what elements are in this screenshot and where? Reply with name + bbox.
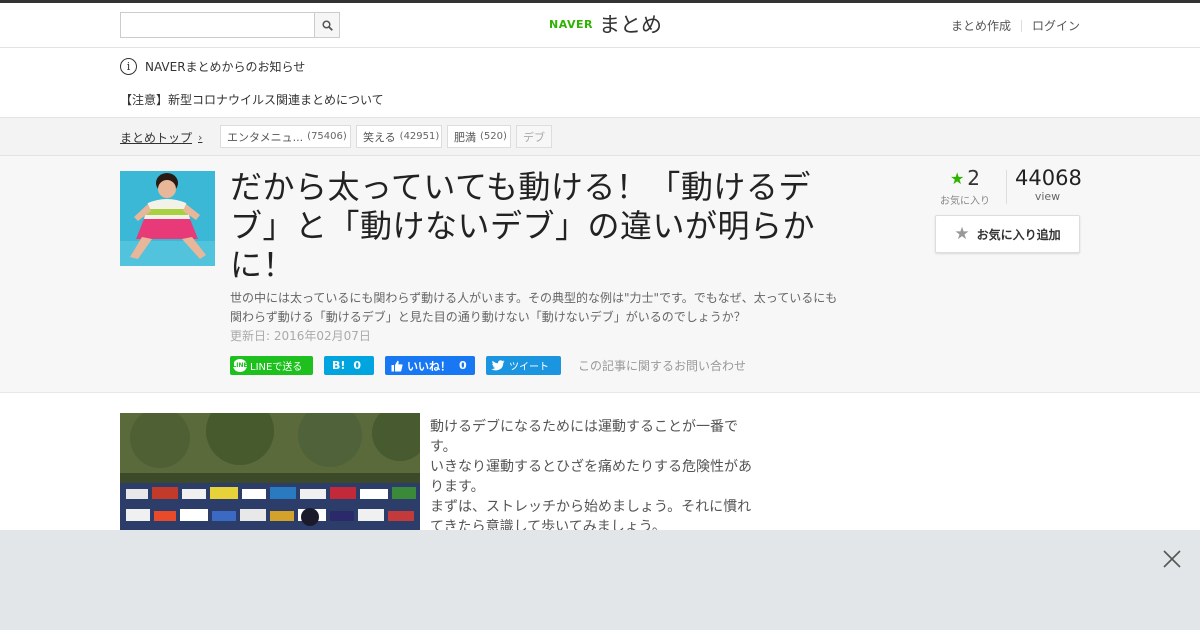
- contact-link[interactable]: この記事に関するお問い合わせ: [578, 357, 746, 374]
- tag-count: (520): [480, 131, 507, 142]
- close-icon: [1163, 550, 1181, 568]
- star-icon: ★: [949, 168, 965, 188]
- content-line: まずは、ストレッチから始めましょう。それに慣れ: [430, 499, 752, 515]
- search-box: [120, 12, 340, 38]
- logo-naver: NAVER: [549, 17, 593, 31]
- favorites-count-row: ★ 2: [935, 166, 995, 190]
- facebook-like-button[interactable]: いいね！ 0: [385, 356, 475, 375]
- views-label: view: [1034, 190, 1061, 203]
- hatena-bookmark-button[interactable]: B! 0: [324, 356, 374, 375]
- login-link[interactable]: ログイン: [1032, 17, 1080, 34]
- facebook-like-count: 0: [459, 359, 467, 372]
- content-line: いきなり運動するとひざを痛めたりする危険性があ: [430, 459, 752, 475]
- stadium-photo: [120, 413, 420, 543]
- search-button[interactable]: [314, 13, 339, 37]
- content-line: ります。: [430, 479, 485, 495]
- chevron-right-icon: ›: [198, 131, 203, 144]
- article-header: だから太っていても動ける！「動けるデブ」と「動けないデブ」の違いが明らかに！ 世…: [0, 156, 1200, 393]
- facebook-like-label: いいね！: [407, 359, 451, 373]
- notice-section: i NAVERまとめからのお知らせ 【注意】新型コロナウイルス関連まとめについて: [0, 48, 1200, 118]
- breadcrumb: まとめトップ › エンタメニュ... (75406) 笑える (42951) 肥…: [0, 118, 1200, 156]
- thumbs-up-icon: [391, 360, 403, 371]
- close-ad-button[interactable]: [1160, 547, 1184, 571]
- tweet-label: ツイート: [509, 362, 549, 373]
- add-favorite-label: お気に入り追加: [976, 227, 1061, 242]
- tag-funny[interactable]: 笑える (42951): [356, 125, 442, 148]
- content-text: 動けるデブになるためには運動することが一番で す。 いきなり運動するとひざを痛め…: [430, 417, 760, 537]
- article-stats: ★ 2 お気に入り 44068 view: [935, 166, 1082, 207]
- tag-label: エンタメニュ...: [227, 130, 304, 144]
- breadcrumb-top-label: まとめトップ: [120, 131, 193, 145]
- logo-matome: まとめ: [598, 13, 662, 37]
- header-link-divider: [1020, 19, 1022, 32]
- bottom-ad-overlay: [0, 530, 1200, 630]
- article-description: 世の中には太っているにも関わらず動ける人がいます。その典型的な例は"力士"です。…: [230, 291, 838, 324]
- notice-heading: i NAVERまとめからのお知らせ: [120, 58, 305, 75]
- tag-obesity[interactable]: 肥満 (520): [447, 125, 511, 148]
- favorites-label: お気に入り: [940, 196, 990, 207]
- tag-label: 笑える: [363, 130, 396, 144]
- content-image[interactable]: [120, 413, 420, 543]
- views-stat: 44068 view: [1015, 166, 1082, 203]
- search-icon: [321, 19, 333, 31]
- share-bar: LINE LINEで送る B! 0 いいね！ 0 ツイート この記事に関するお問…: [230, 356, 746, 375]
- favorites-count: 2: [967, 166, 981, 190]
- header-links: まとめ作成 ログイン: [951, 17, 1080, 34]
- tweet-button[interactable]: ツイート: [486, 356, 561, 375]
- tag-label: デブ: [523, 130, 545, 144]
- tag-entertainment[interactable]: エンタメニュ... (75406): [220, 125, 351, 148]
- star-outline-icon: ★: [954, 224, 970, 244]
- site-logo[interactable]: NAVER まとめ: [549, 11, 662, 37]
- tag-label: 肥満: [454, 130, 476, 144]
- line-icon: LINE: [232, 359, 248, 372]
- content-line: す。: [430, 439, 457, 455]
- hatena-count: 0: [353, 359, 362, 372]
- content-line: 動けるデブになるためには運動することが一番で: [430, 419, 738, 435]
- tag-debu[interactable]: デブ: [516, 125, 552, 148]
- tag-count: (75406): [307, 131, 347, 142]
- create-matome-link[interactable]: まとめ作成: [951, 17, 1011, 34]
- views-count: 44068: [1015, 166, 1082, 190]
- notice-heading-text: NAVERまとめからのお知らせ: [145, 60, 306, 74]
- search-input[interactable]: [121, 13, 315, 37]
- breadcrumb-top-link[interactable]: まとめトップ ›: [120, 129, 202, 146]
- tag-list: エンタメニュ... (75406) 笑える (42951) 肥満 (520) デ…: [220, 125, 552, 148]
- twitter-bird-icon: [491, 359, 505, 370]
- article-updated-date: 更新日: 2016年02月07日: [230, 329, 371, 343]
- article-thumbnail[interactable]: [120, 171, 215, 266]
- line-share-button[interactable]: LINE LINEで送る: [230, 356, 313, 375]
- stats-divider: [1006, 170, 1007, 204]
- favorites-stat: ★ 2 お気に入り: [935, 166, 995, 207]
- notice-link[interactable]: 【注意】新型コロナウイルス関連まとめについて: [120, 91, 384, 108]
- thumbnail-image: [120, 171, 215, 266]
- add-favorite-button[interactable]: ★ お気に入り追加: [935, 215, 1080, 253]
- site-header: NAVER まとめ まとめ作成 ログイン: [0, 3, 1200, 48]
- article-title: だから太っていても動ける！「動けるデブ」と「動けないデブ」の違いが明らかに！: [230, 168, 816, 284]
- info-icon: i: [120, 58, 137, 75]
- line-share-label: LINEで送る: [250, 362, 303, 373]
- tag-count: (42951): [399, 131, 440, 142]
- hatena-icon: B!: [332, 359, 346, 372]
